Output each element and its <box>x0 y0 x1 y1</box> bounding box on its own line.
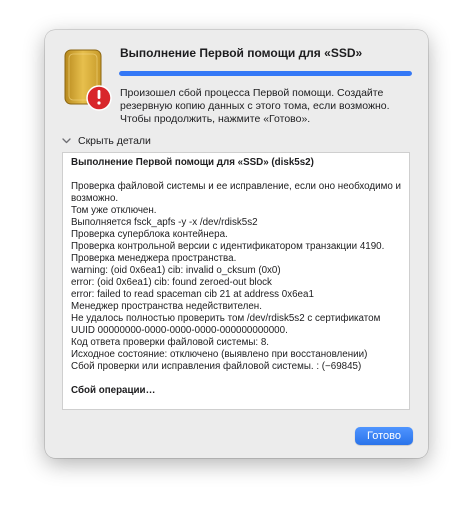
log-line: warning: (oid 0x6ea1) cib: invalid o_cks… <box>71 265 281 276</box>
dialog-title: Выполнение Первой помощи для «SSD» <box>120 46 363 60</box>
log-line: Проверка менеджера пространства. <box>71 253 237 264</box>
log-line: Проверка контрольной версии с идентифика… <box>71 241 385 252</box>
details-log[interactable]: Выполнение Первой помощи для «SSD» (disk… <box>62 152 410 410</box>
log-line: Выполняется fsck_apfs -y -x /dev/rdisk5s… <box>71 217 258 228</box>
log-line: error: (oid 0x6ea1) cib: found zeroed-ou… <box>71 277 272 288</box>
log-line: error: failed to read spaceman cib 21 at… <box>71 289 314 300</box>
log-line: Проверка суперблока контейнера. <box>71 229 228 240</box>
error-message: Произошел сбой процесса Первой помощи. С… <box>120 87 390 125</box>
log-line: Сбой операции… <box>71 385 156 396</box>
log-line: Менеджер пространства недействителен. <box>71 301 262 312</box>
log-line: Выполнение Первой помощи для «SSD» (disk… <box>71 157 314 168</box>
chevron-down-icon <box>62 138 71 144</box>
log-line: Исходное состояние: отключено (выявлено … <box>71 349 368 360</box>
log-line: Том уже отключен. <box>71 205 157 216</box>
progress-bar-fill <box>119 71 412 76</box>
first-aid-dialog: Выполнение Первой помощи для «SSD» Произ… <box>45 30 428 458</box>
log-line: Код ответа проверки файловой системы: 8. <box>71 337 270 348</box>
hide-details-toggle[interactable]: Скрыть детали <box>62 135 151 147</box>
log-line: Проверка файловой системы и ее исправлен… <box>71 181 404 204</box>
log-line: Не удалось полностью проверить том /dev/… <box>71 313 384 336</box>
external-drive-warning-icon <box>64 49 112 111</box>
progress-bar <box>119 71 412 76</box>
log-line: Сбой проверки или исправления файловой с… <box>71 361 362 372</box>
done-button[interactable]: Готово <box>355 427 413 445</box>
hide-details-label: Скрыть детали <box>78 135 151 147</box>
